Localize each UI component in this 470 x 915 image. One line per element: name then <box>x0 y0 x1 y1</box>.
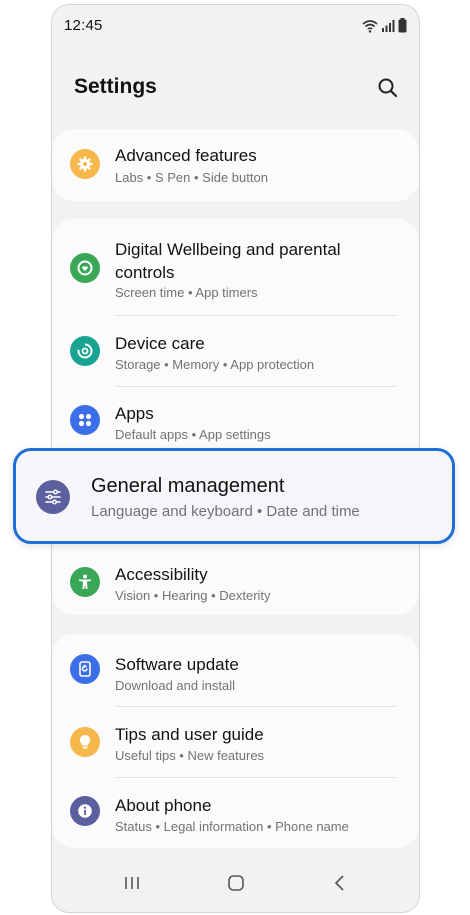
accessibility-item[interactable]: Accessibility Vision • Hearing • Dexteri… <box>52 549 419 615</box>
status-icons <box>362 18 407 33</box>
item-title: Advanced features <box>115 146 257 165</box>
search-button[interactable] <box>375 75 401 101</box>
status-time: 12:45 <box>64 17 103 34</box>
item-title: Tips and user guide <box>115 725 264 744</box>
item-subtitle: Labs • S Pen • Side button <box>115 170 268 185</box>
home-button[interactable] <box>221 870 251 896</box>
info-icon <box>70 796 100 826</box>
item-subtitle: Status • Legal information • Phone name <box>115 819 349 834</box>
home-icon <box>228 875 244 891</box>
battery-icon <box>398 18 407 33</box>
settings-card: Software update Download and install Tip… <box>52 634 419 848</box>
header: Settings <box>52 67 419 115</box>
device-care-icon <box>70 336 100 366</box>
device-care-item[interactable]: Device care Storage • Memory • App prote… <box>52 316 419 386</box>
wifi-icon <box>362 19 378 33</box>
digital-wellbeing-item[interactable]: Digital Wellbeing and parental controls … <box>52 219 419 314</box>
item-title: General management <box>91 475 285 497</box>
advanced-features-item[interactable]: Advanced features Labs • S Pen • Side bu… <box>52 129 419 201</box>
apps-icon <box>70 405 100 435</box>
software-update-item[interactable]: Software update Download and install <box>52 634 419 704</box>
general-management-item[interactable]: General management Language and keyboard… <box>13 448 455 544</box>
item-title: About phone <box>115 796 212 815</box>
item-title: Software update <box>115 655 239 674</box>
item-subtitle: Default apps • App settings <box>115 427 271 442</box>
item-subtitle: Screen time • App timers <box>115 285 258 300</box>
page-title: Settings <box>74 75 157 98</box>
item-subtitle: Download and install <box>115 678 235 693</box>
wellbeing-icon <box>70 253 100 283</box>
item-title: Device care <box>115 334 205 353</box>
gear-icon <box>70 149 100 179</box>
sliders-icon <box>36 480 70 514</box>
lightbulb-icon <box>70 727 100 757</box>
item-subtitle: Language and keyboard • Date and time <box>91 503 360 520</box>
signal-icon <box>382 19 395 32</box>
tips-item[interactable]: Tips and user guide Useful tips • New fe… <box>52 707 419 777</box>
back-icon <box>334 875 344 891</box>
settings-card: Advanced features Labs • S Pen • Side bu… <box>52 129 419 201</box>
item-subtitle: Useful tips • New features <box>115 748 265 763</box>
item-title: Accessibility <box>115 565 208 584</box>
apps-item[interactable]: Apps Default apps • App settings <box>52 387 419 457</box>
item-subtitle: Storage • Memory • App protection <box>115 357 315 372</box>
search-icon <box>378 78 398 98</box>
settings-card: Digital Wellbeing and parental controls … <box>52 219 419 615</box>
item-title: Apps <box>115 404 154 423</box>
recents-icon <box>125 877 139 889</box>
about-phone-item[interactable]: About phone Status • Legal information •… <box>52 778 419 848</box>
status-bar: 12:45 <box>52 5 419 47</box>
item-subtitle: Vision • Hearing • Dexterity <box>115 588 271 603</box>
update-icon <box>70 654 100 684</box>
back-button[interactable] <box>325 870 355 896</box>
recents-button[interactable] <box>117 870 147 896</box>
navigation-bar <box>52 852 419 912</box>
accessibility-icon <box>70 567 100 597</box>
item-title: Digital Wellbeing and parental controls <box>115 240 341 282</box>
